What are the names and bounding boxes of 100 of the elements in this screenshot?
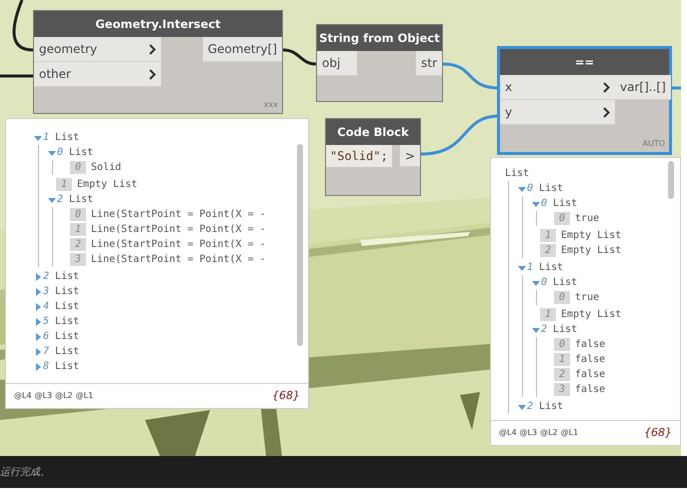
list-value: Empty List (77, 178, 138, 192)
list-index: 0 (57, 146, 64, 160)
list-index: 2 (70, 238, 86, 251)
level-label[interactable]: @L1 (76, 390, 94, 402)
level-label[interactable]: @L4 (14, 390, 32, 402)
list-index: 1 (70, 223, 86, 236)
list-label: List (54, 131, 80, 145)
level-label[interactable]: @L3 (34, 390, 52, 402)
list-value: true (575, 291, 600, 305)
list-value: Empty List (561, 308, 622, 322)
list-label: List (54, 360, 80, 374)
caret-icon[interactable] (518, 402, 526, 410)
list-label: List (538, 400, 564, 414)
caret-icon[interactable] (34, 272, 42, 280)
caret-icon[interactable] (34, 302, 42, 310)
item-count: {68} (644, 424, 672, 441)
list-label: List (54, 270, 80, 284)
list-index: 5 (43, 315, 50, 329)
list-label: List (552, 197, 578, 211)
output-port[interactable]: str (416, 51, 442, 76)
list-value: Line(StartPoint = Point(X = - (91, 238, 266, 252)
level-label[interactable]: @L2 (55, 390, 73, 402)
caret-icon[interactable] (48, 196, 56, 204)
item-count: {68} (272, 388, 300, 404)
caret-icon[interactable] (532, 200, 540, 208)
list-index: 1 (56, 178, 72, 191)
list-index: 0 (541, 276, 548, 290)
list-index: 3 (43, 285, 50, 299)
list-index: 1 (43, 131, 50, 145)
wire (282, 48, 316, 66)
level-label[interactable]: @L4 (499, 427, 517, 439)
caret-icon[interactable] (532, 326, 540, 334)
list-index: 3 (554, 383, 570, 396)
list-index: 2 (554, 368, 570, 381)
output-port[interactable]: > (400, 145, 420, 167)
list-label: List (54, 315, 80, 329)
caret-icon[interactable] (34, 134, 42, 142)
level-label[interactable]: @L3 (520, 427, 538, 439)
input-port[interactable]: x (500, 75, 615, 100)
list-value: Solid (91, 161, 122, 175)
scrollbar[interactable] (297, 144, 303, 346)
node-card[interactable]: Code Block "Solid"; > (325, 118, 421, 196)
list-label: List (538, 182, 564, 196)
caret-icon[interactable] (518, 264, 526, 272)
list-index: 4 (43, 300, 50, 314)
caret-icon[interactable] (34, 362, 42, 370)
node-title: Geometry.Intersect (34, 11, 282, 37)
list-value: Empty List (561, 229, 622, 243)
caret-icon[interactable] (34, 348, 42, 356)
list-index: 2 (57, 193, 64, 207)
input-port[interactable]: other (34, 62, 161, 87)
list-label: List (54, 300, 80, 314)
list-index: 0 (527, 182, 534, 196)
chevron-icon (603, 82, 610, 92)
list-value: Line(StartPoint = Point(X = - (91, 223, 266, 237)
list-index: 1 (540, 229, 556, 242)
lacing-label: xxx (264, 99, 278, 111)
caret-icon[interactable] (34, 318, 42, 326)
list-value: false (575, 383, 606, 397)
list-label: List (54, 285, 80, 299)
list-value: Line(StartPoint = Point(X = - (91, 208, 266, 222)
node-title: == (500, 49, 669, 75)
caret-icon[interactable] (34, 288, 42, 296)
wire (671, 86, 681, 90)
node-title: String from Object (317, 25, 442, 51)
list-index: 2 (540, 244, 556, 257)
code-text: "Solid"; (326, 145, 392, 167)
caret-icon[interactable] (48, 148, 56, 156)
list-index: 0 (554, 212, 570, 225)
node-card[interactable]: Geometry.Intersect geometry other Geometry[] xxx (33, 10, 283, 114)
input-port[interactable]: y (500, 100, 615, 125)
list-value: Line(StartPoint = Point(X = - (91, 253, 266, 267)
level-label[interactable]: @L1 (560, 427, 578, 439)
chevron-icon (149, 44, 156, 54)
input-port[interactable]: obj (317, 51, 357, 76)
node-title: Code Block (326, 119, 420, 145)
caret-icon[interactable] (532, 278, 540, 286)
list-index: 0 (554, 338, 570, 351)
list-index: 0 (541, 197, 548, 211)
list-index: 1 (527, 261, 534, 275)
list-value: false (575, 353, 606, 367)
wire (442, 62, 500, 90)
node-card[interactable]: String from Object obj str (316, 24, 443, 102)
wire (12, 0, 34, 52)
list-label: List (538, 261, 564, 275)
caret-icon[interactable] (518, 184, 526, 192)
list-label: List (54, 330, 80, 344)
output-port[interactable]: Geometry[] (202, 37, 282, 62)
list-index: 3 (70, 253, 86, 266)
output-port[interactable]: var[]..[] (615, 75, 671, 100)
scrollbar[interactable] (668, 161, 674, 199)
input-port[interactable]: geometry (34, 37, 161, 62)
list-index: 2 (541, 323, 548, 337)
list-index: 1 (540, 308, 556, 321)
node-card[interactable]: == x y var[]..[] AUTO (497, 46, 672, 155)
chevron-icon (603, 106, 610, 118)
caret-icon[interactable] (34, 332, 42, 340)
list-index: 2 (43, 270, 50, 284)
level-label[interactable]: @L2 (540, 427, 558, 439)
lacing-label: AUTO (642, 138, 665, 150)
